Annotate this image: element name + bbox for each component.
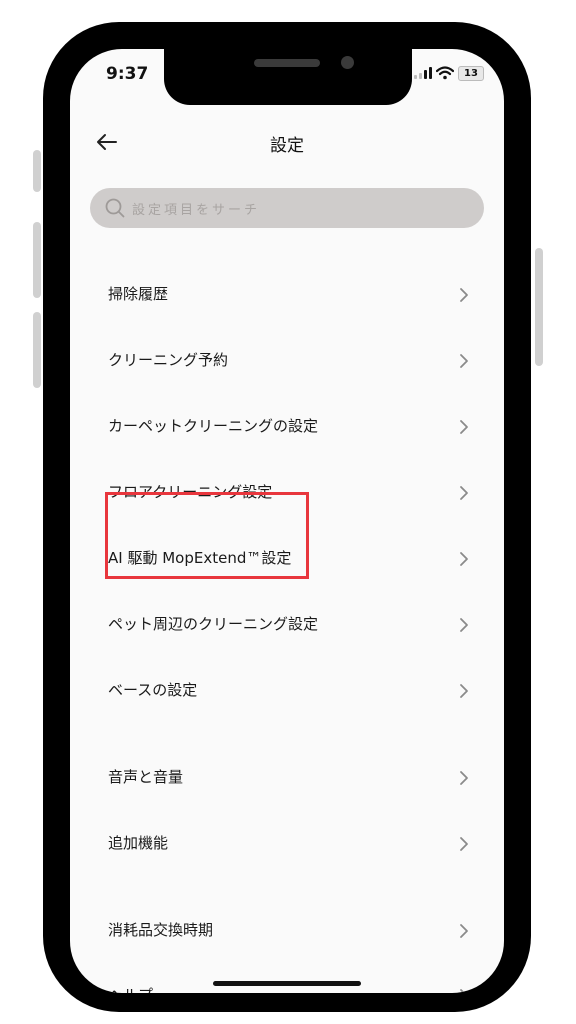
chevron-right-icon — [460, 989, 466, 993]
menu-item-carpet-cleaning[interactable]: カーペットクリーニングの設定 — [70, 402, 504, 452]
menu-item-label: 消耗品交換時期 — [108, 921, 214, 939]
menu-item-label: カーペットクリーニングの設定 — [108, 417, 319, 435]
phone-frame: 9:37 13 設定 設定項目をサーチ 掃除履歴 クリーニング予約 カーペットク… — [43, 22, 531, 1012]
chevron-right-icon — [460, 288, 468, 302]
menu-item-label: ヘルプ — [108, 984, 153, 993]
menu-item-sound-volume[interactable]: 音声と音量 — [70, 753, 504, 803]
menu-item-label: クリーニング予約 — [108, 351, 229, 369]
chevron-right-icon — [460, 552, 468, 566]
menu-item-label: ベースの設定 — [108, 681, 198, 699]
menu-item-consumables[interactable]: 消耗品交換時期 — [70, 906, 504, 956]
chevron-right-icon — [460, 618, 468, 632]
front-camera — [341, 56, 354, 69]
page-title: 設定 — [270, 136, 304, 156]
silent-switch — [33, 150, 41, 192]
menu-item-pet-cleaning[interactable]: ペット周辺のクリーニング設定 — [70, 600, 504, 650]
menu-item-label: 追加機能 — [108, 834, 169, 852]
menu-item-label: 音声と音量 — [108, 768, 184, 786]
menu-item-cleaning-schedule[interactable]: クリーニング予約 — [70, 336, 504, 386]
chevron-right-icon — [460, 486, 468, 500]
volume-down-button — [33, 312, 41, 388]
chevron-right-icon — [460, 924, 468, 938]
highlight-annotation — [105, 492, 309, 579]
chevron-right-icon — [460, 684, 468, 698]
status-icons: 13 — [414, 65, 484, 81]
chevron-right-icon — [460, 420, 468, 434]
menu-item-cleaning-history[interactable]: 掃除履歴 — [70, 270, 504, 320]
chevron-right-icon — [460, 771, 468, 785]
status-time: 9:37 — [106, 64, 149, 84]
volume-up-button — [33, 222, 41, 298]
menu-item-label: 掃除履歴 — [108, 285, 169, 303]
header: 設定 — [70, 119, 504, 165]
signal-icon — [414, 67, 432, 79]
chevron-right-icon — [460, 354, 468, 368]
power-button — [535, 248, 543, 366]
home-indicator[interactable] — [213, 981, 361, 986]
chevron-right-icon — [460, 837, 468, 851]
search-icon — [105, 198, 125, 218]
wifi-icon — [436, 66, 454, 80]
menu-item-label: ペット周辺のクリーニング設定 — [108, 615, 319, 633]
screen: 9:37 13 設定 設定項目をサーチ 掃除履歴 クリーニング予約 カーペットク… — [70, 49, 504, 993]
speaker-grille — [254, 59, 320, 67]
battery-indicator: 13 — [458, 65, 484, 81]
notch — [164, 49, 412, 105]
menu-item-base-settings[interactable]: ベースの設定 — [70, 666, 504, 716]
search-bar[interactable]: 設定項目をサーチ — [90, 188, 484, 228]
search-placeholder: 設定項目をサーチ — [132, 202, 261, 218]
menu-item-additional-features[interactable]: 追加機能 — [70, 819, 504, 869]
